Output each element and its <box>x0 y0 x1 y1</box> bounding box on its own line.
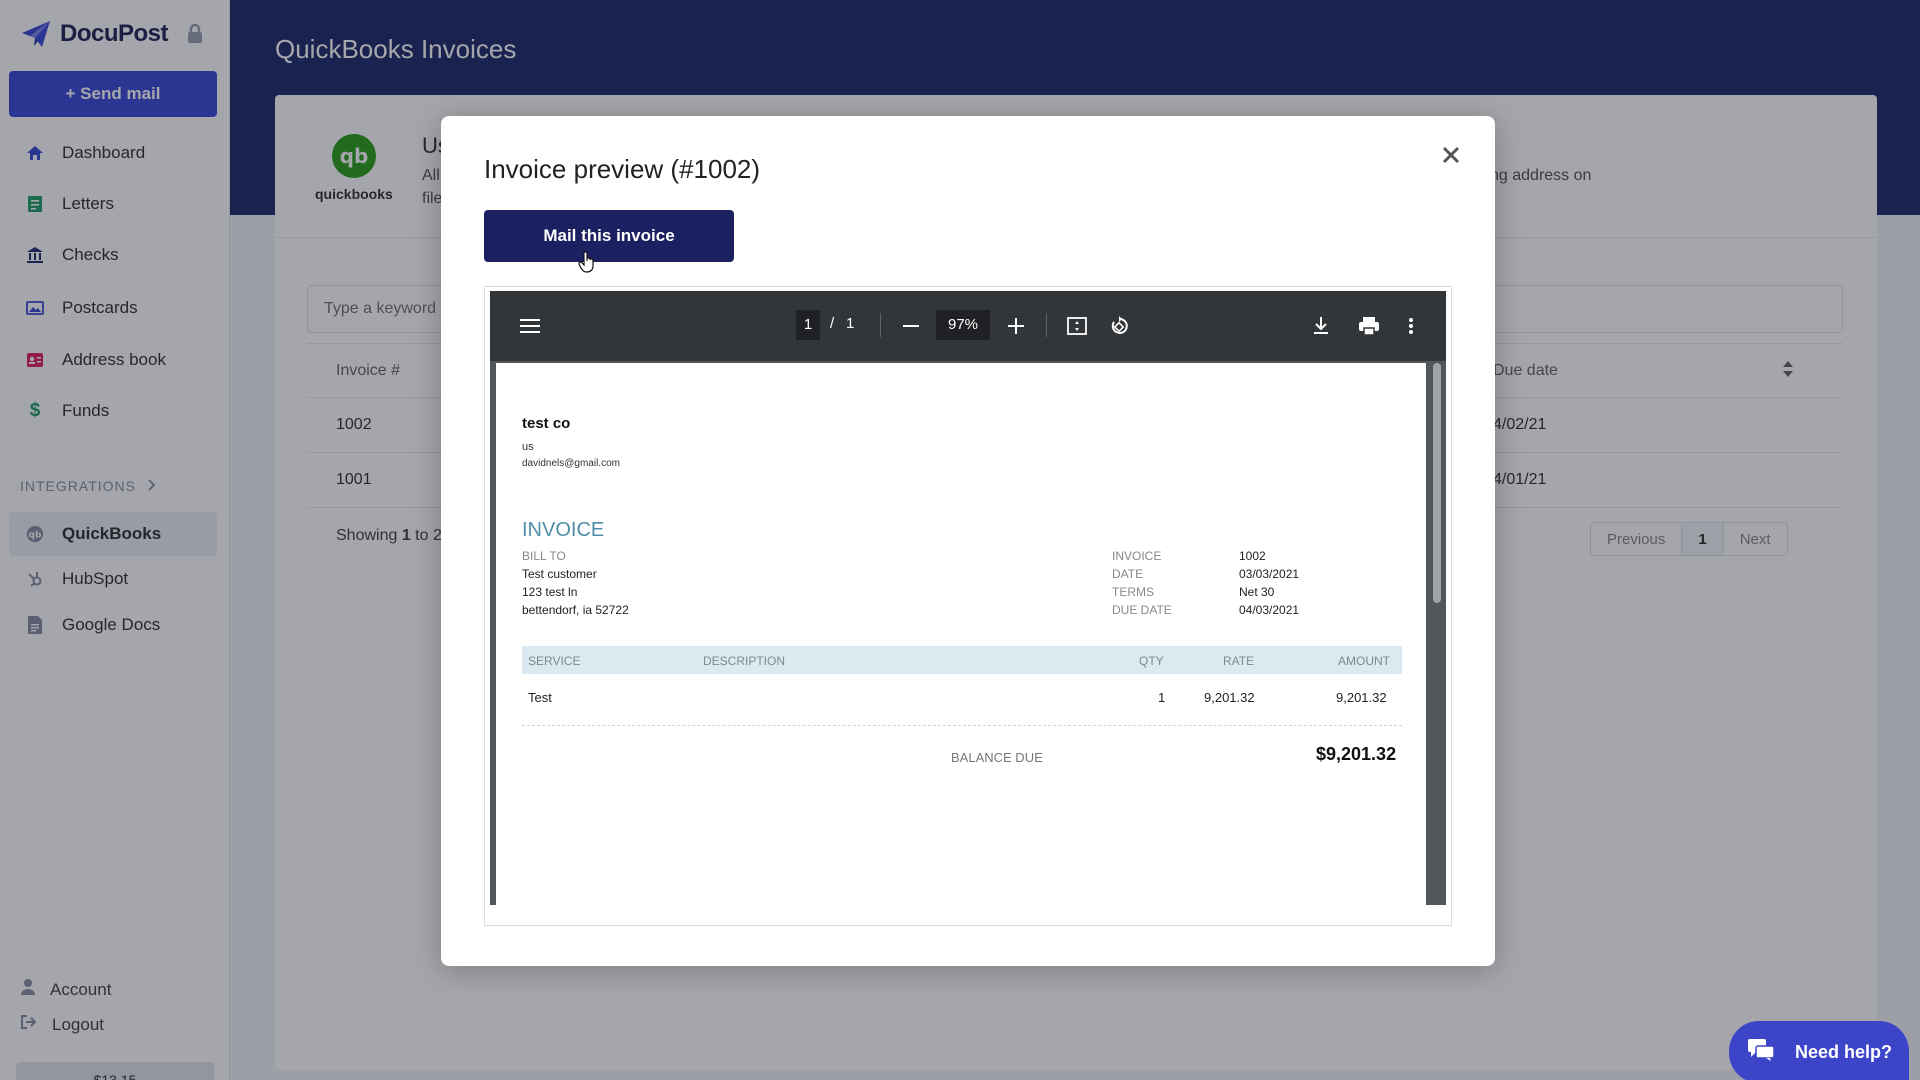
chat-icon <box>1747 1038 1775 1067</box>
column-service: SERVICE <box>528 654 581 668</box>
page-number-input[interactable]: 1 <box>796 310 820 340</box>
pdf-viewport[interactable]: test co us davidnels@gmail.com INVOICE B… <box>490 361 1446 905</box>
download-icon[interactable] <box>1312 316 1330 336</box>
balance-due-label: BALANCE DUE <box>951 750 1043 765</box>
menu-icon[interactable] <box>520 316 540 336</box>
meta-value: Net 30 <box>1239 585 1275 599</box>
meta-value: 1002 <box>1239 549 1266 563</box>
line-qty: 1 <box>1158 690 1166 705</box>
fit-page-icon[interactable] <box>1067 316 1087 336</box>
bill-to-line: bettendorf, ia 52722 <box>522 603 629 617</box>
close-icon[interactable] <box>1436 140 1466 170</box>
company-email: davidnels@gmail.com <box>522 458 620 469</box>
meta-label: INVOICE <box>1112 549 1162 563</box>
bill-to-line: 123 test ln <box>522 585 578 599</box>
invoice-preview-modal: Invoice preview (#1002) Mail this invoic… <box>441 116 1495 966</box>
line-service: Test <box>528 690 552 705</box>
column-qty: QTY <box>1139 654 1164 668</box>
modal-title: Invoice preview (#1002) <box>484 154 761 184</box>
meta-value: 03/03/2021 <box>1239 567 1300 581</box>
invoice-heading: INVOICE <box>522 519 605 541</box>
company-name: test co <box>522 415 571 432</box>
divider <box>522 725 1402 726</box>
toolbar-divider <box>880 313 881 337</box>
meta-label: DATE <box>1112 567 1144 581</box>
pdf-scrollbar[interactable] <box>1433 363 1441 603</box>
line-rate: 9,201.32 <box>1204 690 1255 705</box>
zoom-in-icon[interactable] <box>1008 316 1024 336</box>
hand-cursor-icon <box>578 251 594 273</box>
pdf-toolbar: 1 / 1 97% <box>490 291 1446 361</box>
balance-due-amount: $9,201.32 <box>1316 744 1397 764</box>
more-options-icon[interactable] <box>1408 316 1414 336</box>
mail-invoice-button[interactable]: Mail this invoice <box>484 210 734 262</box>
toolbar-divider <box>1046 313 1047 337</box>
zoom-level-input[interactable]: 97% <box>936 310 990 340</box>
rotate-icon[interactable] <box>1109 316 1129 336</box>
meta-label: TERMS <box>1112 585 1154 599</box>
line-amount: 9,201.32 <box>1336 690 1387 705</box>
column-rate: RATE <box>1223 654 1255 668</box>
meta-label: DUE DATE <box>1112 603 1172 617</box>
company-country: us <box>522 441 534 453</box>
pdf-viewer: 1 / 1 97% test co us davidnels@gmail.com… <box>484 286 1452 926</box>
meta-value: 04/03/2021 <box>1239 603 1300 617</box>
column-amount: AMOUNT <box>1338 654 1390 668</box>
page-separator: / <box>830 315 835 332</box>
print-icon[interactable] <box>1358 316 1380 336</box>
bill-to-label: BILL TO <box>522 549 566 563</box>
zoom-out-icon[interactable] <box>903 316 919 336</box>
page-total: 1 <box>846 315 855 332</box>
column-description: DESCRIPTION <box>703 654 786 668</box>
need-help-label: Need help? <box>1795 1041 1893 1062</box>
invoice-document: test co us davidnels@gmail.com INVOICE B… <box>496 363 1426 905</box>
bill-to-line: Test customer <box>522 567 597 581</box>
need-help-button[interactable]: Need help? <box>1729 1021 1909 1080</box>
line-items-header: SERVICE DESCRIPTION QTY RATE AMOUNT <box>522 646 1402 674</box>
